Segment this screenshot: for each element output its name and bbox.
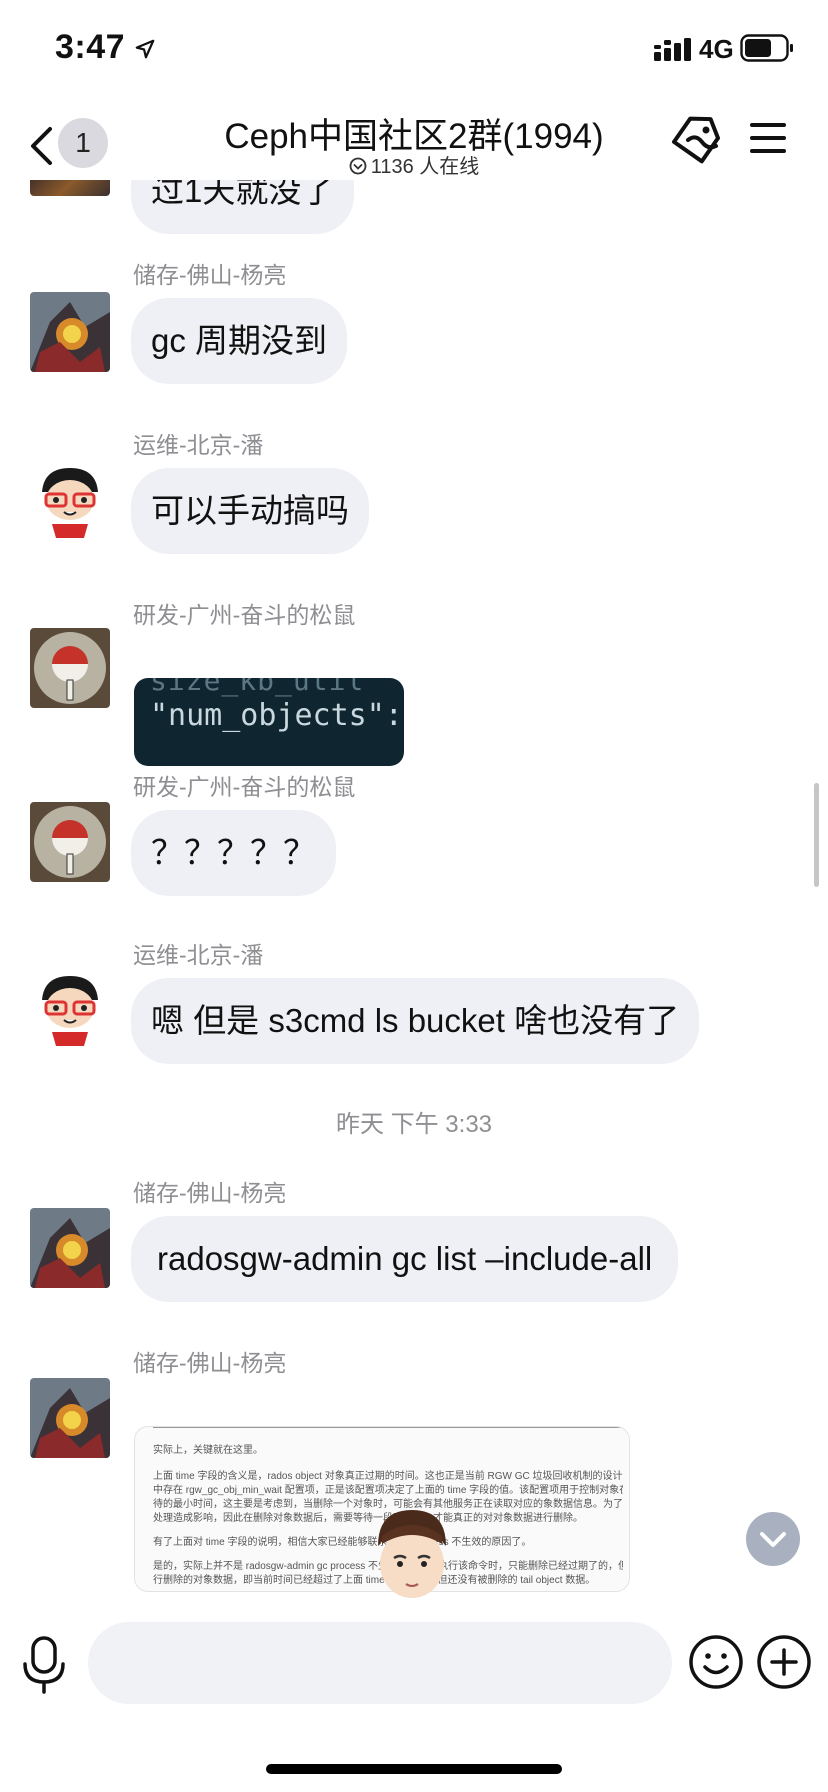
avatar[interactable] [30, 970, 110, 1050]
status-time: 3:47 [55, 28, 126, 66]
sender-name[interactable]: 储存-佛山-杨亮 [133, 1344, 286, 1378]
message-bubble[interactable]: ？？？？？ [131, 810, 336, 896]
sender-name[interactable]: 运维-北京-潘 [133, 936, 263, 970]
sender-name[interactable]: 运维-北京-潘 [133, 426, 263, 460]
signal-bars-icon [654, 38, 691, 61]
avatar[interactable] [30, 292, 110, 372]
image-code-fragment: size_kb_util [150, 678, 365, 697]
smiley-face-icon[interactable] [688, 1634, 744, 1690]
scroll-to-bottom-button[interactable] [746, 1512, 800, 1566]
location-arrow-icon [135, 39, 155, 59]
sender-name[interactable]: 储存-佛山-杨亮 [133, 1174, 286, 1208]
avatar[interactable] [30, 802, 110, 882]
message-input-bar [0, 1610, 828, 1720]
avatar[interactable] [30, 180, 110, 196]
network-type: 4G [699, 34, 734, 64]
message-bubble[interactable]: 嗯 但是 s3cmd ls bucket 啥也没有了 [131, 978, 700, 1064]
cartoon-glasses-avatar-icon [30, 970, 110, 1050]
chat-header: 1 Ceph中国社区2群(1994) 1136 人在线 [0, 100, 828, 190]
message-bubble[interactable]: 可以手动搞吗 [131, 468, 369, 554]
doc-top-rule [153, 1427, 623, 1428]
uchiha-fan-avatar-icon [30, 628, 110, 708]
status-bar: 3:47 4G [0, 0, 828, 100]
avatar[interactable] [30, 1378, 110, 1458]
sender-name[interactable]: 研发-广州-奋斗的松鼠 [133, 596, 355, 630]
doc-line: 中存在 rgw_gc_obj_min_wait 配置项，正是该配置项决定了上面的… [153, 1485, 623, 1496]
avatar[interactable] [30, 628, 110, 708]
uchiha-fan-avatar-icon [30, 802, 110, 882]
image-code-text: "num_objects": [150, 698, 403, 733]
avatar[interactable] [30, 1208, 110, 1288]
robot-avatar-icon [30, 1378, 110, 1458]
message-timestamp: 昨天 下午 3:33 [335, 1111, 493, 1138]
image-message[interactable]: size_kb_util "num_objects": [134, 678, 404, 766]
tag-icon[interactable] [668, 112, 724, 168]
sender-name[interactable]: 研发-广州-奋斗的松鼠 [133, 768, 355, 802]
robot-avatar-icon [30, 292, 110, 372]
cartoon-glasses-avatar-icon [30, 462, 110, 542]
avatar[interactable] [30, 462, 110, 542]
sticker-face-icon [378, 1510, 446, 1598]
online-count-text: 1136 人在线 [370, 156, 480, 178]
sender-name[interactable]: 储存-佛山-杨亮 [133, 256, 286, 290]
battery-icon [740, 34, 793, 62]
message-input[interactable] [88, 1622, 672, 1704]
doc-line: 实际上，关键就在这里。 [153, 1445, 263, 1456]
plus-circle-icon[interactable] [756, 1634, 812, 1690]
message-bubble[interactable]: gc 周期没到 [131, 298, 348, 384]
chevron-down-icon [760, 1532, 786, 1547]
chat-messages[interactable]: 过1天就没了 储存-佛山-杨亮 gc 周期没到 运维-北京-潘 可以手动搞吗 研… [0, 180, 828, 1600]
message-bubble[interactable]: 过1天就没了 [131, 180, 355, 234]
online-check-icon [349, 157, 367, 175]
scroll-indicator[interactable] [814, 783, 819, 887]
robot-avatar-icon [30, 1208, 110, 1288]
hamburger-menu-icon[interactable] [748, 120, 788, 156]
microphone-icon[interactable] [22, 1636, 66, 1694]
doc-line: 上面 time 字段的含义是，rados object 对象真正过期的时间。这也… [153, 1471, 623, 1482]
home-indicator[interactable] [266, 1764, 562, 1774]
message-bubble[interactable]: radosgw-admin gc list –include-all [131, 1216, 679, 1302]
